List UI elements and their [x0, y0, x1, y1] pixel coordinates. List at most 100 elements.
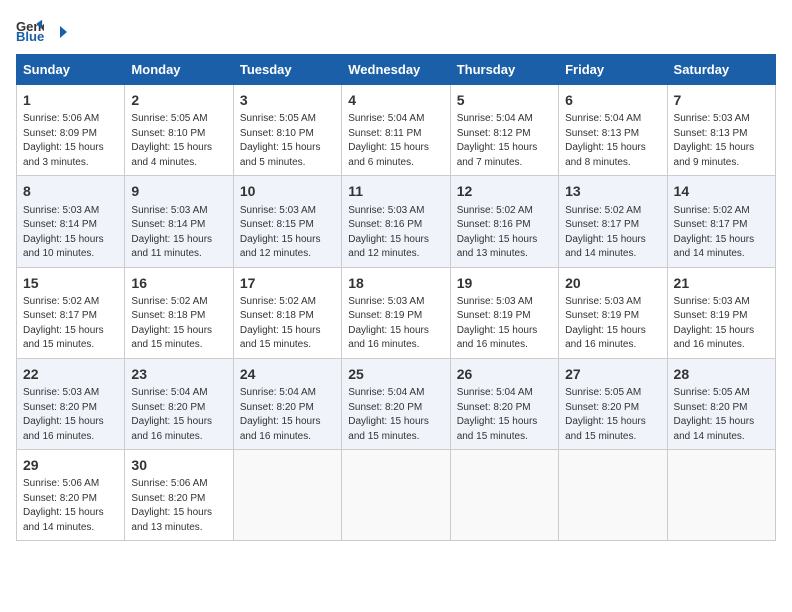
day-number: 25 [348, 364, 443, 384]
table-cell: 21Sunrise: 5:03 AMSunset: 8:19 PMDayligh… [667, 267, 775, 358]
day-info: Sunrise: 5:06 AMSunset: 8:09 PMDaylight:… [23, 112, 118, 170]
table-cell: 14 Sunrise: 5:02 AMSunset: 8:17 PMDayligh… [667, 176, 775, 267]
day-number: 15 [23, 273, 118, 293]
day-info: Sunrise: 5:06 AMSunset: 8:20 PMDaylight:… [131, 477, 226, 535]
day-number: 21 [674, 273, 769, 293]
header-thursday: Thursday [450, 55, 558, 85]
table-cell: 2Sunrise: 5:05 AMSunset: 8:10 PMDaylight… [125, 85, 233, 176]
day-info: Sunrise: 5:02 AMSunset: 8:16 PMDaylight:… [457, 204, 552, 262]
table-cell: 25Sunrise: 5:04 AMSunset: 8:20 PMDayligh… [342, 358, 450, 449]
table-cell: 13 Sunrise: 5:02 AMSunset: 8:17 PMDayligh… [559, 176, 667, 267]
day-number: 22 [23, 364, 118, 384]
header-friday: Friday [559, 55, 667, 85]
table-cell [342, 450, 450, 541]
day-info: Sunrise: 5:05 AMSunset: 8:20 PMDaylight:… [565, 386, 660, 444]
table-cell [667, 450, 775, 541]
header-monday: Monday [125, 55, 233, 85]
day-info: Sunrise: 5:02 AMSunset: 8:17 PMDaylight:… [23, 295, 118, 353]
day-number: 3 [240, 90, 335, 110]
day-number: 12 [457, 181, 552, 201]
day-number: 17 [240, 273, 335, 293]
day-info: Sunrise: 5:05 AMSunset: 8:10 PMDaylight:… [240, 112, 335, 170]
day-number: 28 [674, 364, 769, 384]
day-number: 1 [23, 90, 118, 110]
day-info: Sunrise: 5:03 AMSunset: 8:13 PMDaylight:… [674, 112, 769, 170]
day-number: 9 [131, 181, 226, 201]
day-info: Sunrise: 5:02 AMSunset: 8:17 PMDaylight:… [674, 204, 769, 262]
table-cell: 4Sunrise: 5:04 AMSunset: 8:11 PMDaylight… [342, 85, 450, 176]
table-cell: 17Sunrise: 5:02 AMSunset: 8:18 PMDayligh… [233, 267, 341, 358]
table-cell: 27Sunrise: 5:05 AMSunset: 8:20 PMDayligh… [559, 358, 667, 449]
day-number: 26 [457, 364, 552, 384]
table-cell: 9Sunrise: 5:03 AMSunset: 8:14 PMDaylight… [125, 176, 233, 267]
table-cell [233, 450, 341, 541]
day-number: 5 [457, 90, 552, 110]
day-number: 13 [565, 181, 660, 201]
day-info: Sunrise: 5:04 AMSunset: 8:20 PMDaylight:… [131, 386, 226, 444]
table-cell: 7Sunrise: 5:03 AMSunset: 8:13 PMDaylight… [667, 85, 775, 176]
table-cell: 28Sunrise: 5:05 AMSunset: 8:20 PMDayligh… [667, 358, 775, 449]
day-number: 4 [348, 90, 443, 110]
logo: General Blue [16, 16, 68, 44]
table-cell: 26Sunrise: 5:04 AMSunset: 8:20 PMDayligh… [450, 358, 558, 449]
day-info: Sunrise: 5:03 AMSunset: 8:20 PMDaylight:… [23, 386, 118, 444]
day-number: 6 [565, 90, 660, 110]
table-cell: 23Sunrise: 5:04 AMSunset: 8:20 PMDayligh… [125, 358, 233, 449]
day-number: 14 [674, 181, 769, 201]
svg-text:Blue: Blue [16, 29, 44, 44]
header-saturday: Saturday [667, 55, 775, 85]
day-info: Sunrise: 5:03 AMSunset: 8:19 PMDaylight:… [674, 295, 769, 353]
day-info: Sunrise: 5:04 AMSunset: 8:20 PMDaylight:… [457, 386, 552, 444]
table-cell: 19Sunrise: 5:03 AMSunset: 8:19 PMDayligh… [450, 267, 558, 358]
day-info: Sunrise: 5:03 AMSunset: 8:14 PMDaylight:… [23, 204, 118, 262]
day-number: 20 [565, 273, 660, 293]
table-cell: 11Sunrise: 5:03 AMSunset: 8:16 PMDayligh… [342, 176, 450, 267]
table-cell: 3Sunrise: 5:05 AMSunset: 8:10 PMDaylight… [233, 85, 341, 176]
table-cell: 1Sunrise: 5:06 AMSunset: 8:09 PMDaylight… [17, 85, 125, 176]
day-number: 19 [457, 273, 552, 293]
day-number: 29 [23, 455, 118, 475]
table-cell: 10 Sunrise: 5:03 AMSunset: 8:15 PMDayligh… [233, 176, 341, 267]
day-number: 27 [565, 364, 660, 384]
header: General Blue [16, 16, 776, 44]
day-number: 23 [131, 364, 226, 384]
table-cell: 20Sunrise: 5:03 AMSunset: 8:19 PMDayligh… [559, 267, 667, 358]
day-info: Sunrise: 5:03 AMSunset: 8:19 PMDaylight:… [457, 295, 552, 353]
day-info: Sunrise: 5:04 AMSunset: 8:20 PMDaylight:… [240, 386, 335, 444]
table-cell [450, 450, 558, 541]
table-cell: 16Sunrise: 5:02 AMSunset: 8:18 PMDayligh… [125, 267, 233, 358]
day-number: 30 [131, 455, 226, 475]
header-wednesday: Wednesday [342, 55, 450, 85]
table-cell: 15Sunrise: 5:02 AMSunset: 8:17 PMDayligh… [17, 267, 125, 358]
table-cell: 6Sunrise: 5:04 AMSunset: 8:13 PMDaylight… [559, 85, 667, 176]
header-sunday: Sunday [17, 55, 125, 85]
day-number: 7 [674, 90, 769, 110]
day-info: Sunrise: 5:04 AMSunset: 8:11 PMDaylight:… [348, 112, 443, 170]
header-tuesday: Tuesday [233, 55, 341, 85]
day-info: Sunrise: 5:03 AMSunset: 8:19 PMDaylight:… [348, 295, 443, 353]
weekday-header-row: Sunday Monday Tuesday Wednesday Thursday… [17, 55, 776, 85]
day-info: Sunrise: 5:02 AMSunset: 8:17 PMDaylight:… [565, 204, 660, 262]
day-number: 11 [348, 181, 443, 201]
day-info: Sunrise: 5:03 AMSunset: 8:19 PMDaylight:… [565, 295, 660, 353]
day-info: Sunrise: 5:04 AMSunset: 8:12 PMDaylight:… [457, 112, 552, 170]
day-info: Sunrise: 5:05 AMSunset: 8:10 PMDaylight:… [131, 112, 226, 170]
table-cell: 29Sunrise: 5:06 AMSunset: 8:20 PMDayligh… [17, 450, 125, 541]
day-number: 16 [131, 273, 226, 293]
table-cell: 30Sunrise: 5:06 AMSunset: 8:20 PMDayligh… [125, 450, 233, 541]
day-info: Sunrise: 5:06 AMSunset: 8:20 PMDaylight:… [23, 477, 118, 535]
table-cell: 12 Sunrise: 5:02 AMSunset: 8:16 PMDayligh… [450, 176, 558, 267]
table-cell: 22Sunrise: 5:03 AMSunset: 8:20 PMDayligh… [17, 358, 125, 449]
day-number: 10 [240, 181, 335, 201]
logo-arrow-icon [50, 23, 68, 41]
day-number: 18 [348, 273, 443, 293]
calendar-table: Sunday Monday Tuesday Wednesday Thursday… [16, 54, 776, 541]
day-number: 8 [23, 181, 118, 201]
table-cell: 5Sunrise: 5:04 AMSunset: 8:12 PMDaylight… [450, 85, 558, 176]
table-cell: 24Sunrise: 5:04 AMSunset: 8:20 PMDayligh… [233, 358, 341, 449]
day-info: Sunrise: 5:03 AMSunset: 8:15 PMDaylight:… [240, 204, 335, 262]
day-number: 24 [240, 364, 335, 384]
logo-icon: General Blue [16, 16, 44, 44]
day-info: Sunrise: 5:02 AMSunset: 8:18 PMDaylight:… [131, 295, 226, 353]
day-info: Sunrise: 5:05 AMSunset: 8:20 PMDaylight:… [674, 386, 769, 444]
